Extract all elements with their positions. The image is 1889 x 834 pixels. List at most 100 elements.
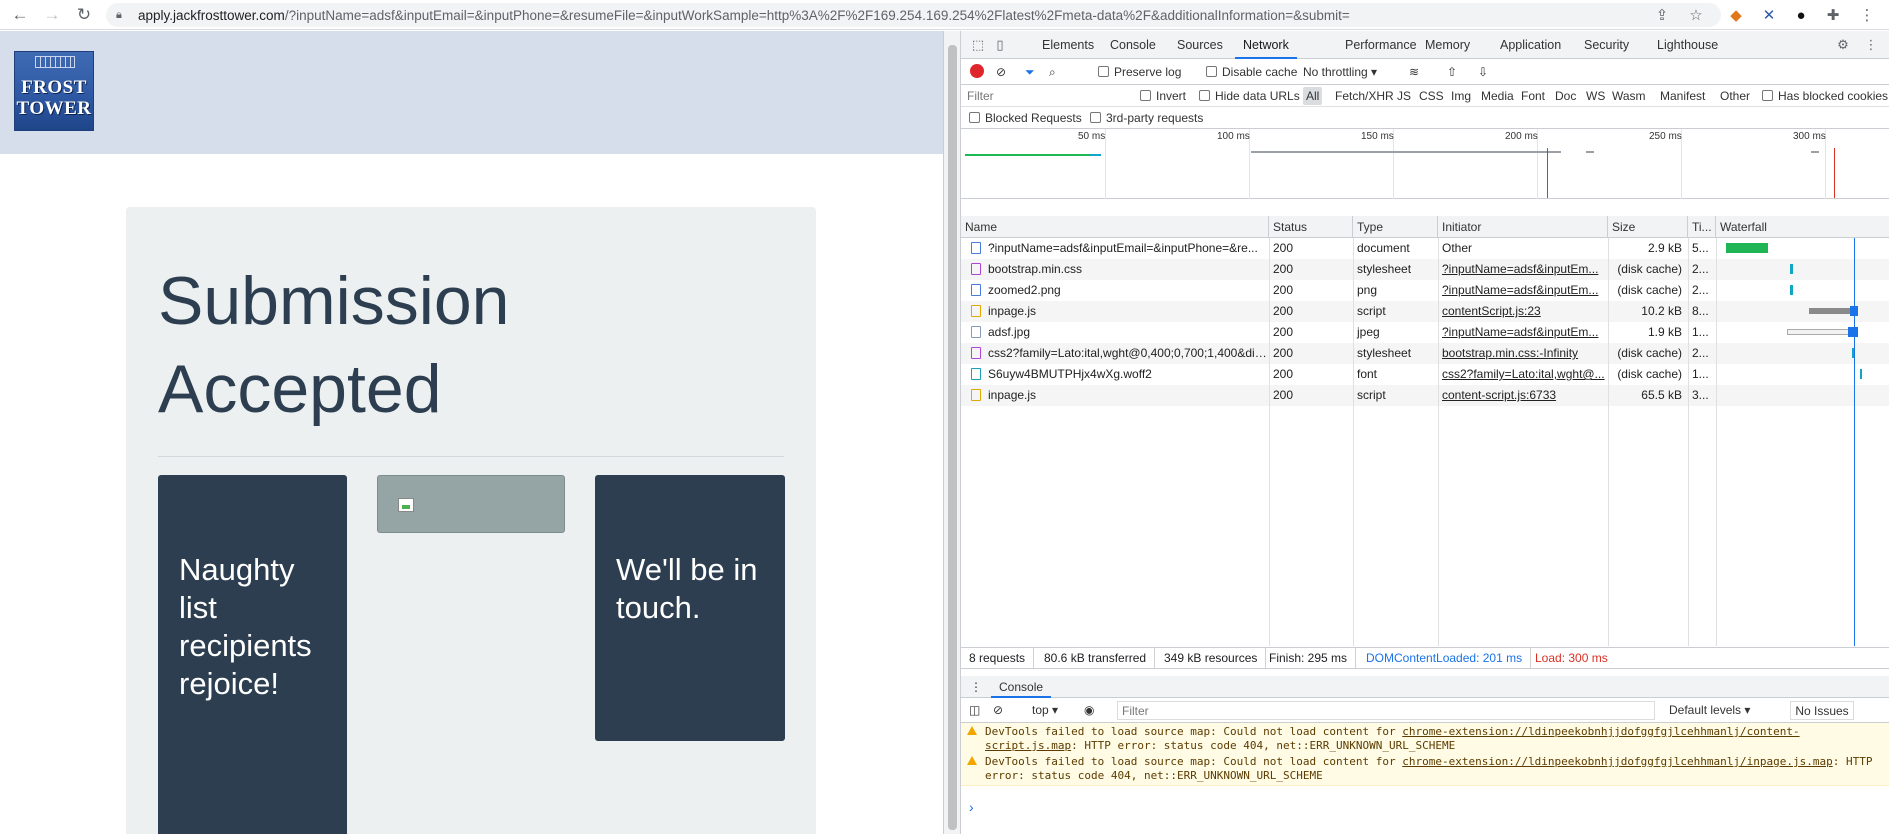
column-waterfall[interactable]: Waterfall [1716, 216, 1889, 238]
console-clear-icon[interactable]: ⊘ [993, 701, 1003, 719]
third-party-checkbox[interactable]: 3rd-party requests [1090, 109, 1203, 127]
request-initiator[interactable]: bootstrap.min.css:-Infinity [1438, 343, 1608, 364]
tab-network[interactable]: Network [1235, 31, 1297, 59]
table-row[interactable]: adsf.jpg 200 jpeg ?inputName=adsf&inputEm..… [961, 322, 1889, 343]
clear-icon[interactable]: ⊘ [996, 63, 1006, 81]
filter-all[interactable]: All [1303, 87, 1323, 105]
column-size[interactable]: Size [1608, 216, 1688, 238]
column-status[interactable]: Status [1269, 216, 1353, 238]
filter-wasm[interactable]: Wasm [1612, 87, 1646, 105]
table-row[interactable]: bootstrap.min.css 200 stylesheet ?inputName… [961, 259, 1889, 280]
context-select[interactable]: top ▾ [1032, 701, 1058, 719]
back-arrow-icon[interactable]: ← [8, 3, 32, 27]
request-initiator[interactable]: ?inputName=adsf&inputEm... [1438, 259, 1608, 280]
page-scrollbar[interactable] [943, 31, 961, 834]
share-icon[interactable]: ⇪ [1651, 4, 1673, 26]
table-row[interactable]: ?inputName=adsf&inputEmail=&inputPhone=&… [961, 238, 1889, 259]
tab-security[interactable]: Security [1576, 31, 1637, 59]
tab-sources[interactable]: Sources [1169, 31, 1231, 59]
web-page-viewport: FROST TOWER Submission Accepted Naughty l… [0, 31, 943, 834]
column-type[interactable]: Type [1353, 216, 1438, 238]
request-initiator[interactable]: ?inputName=adsf&inputEm... [1438, 322, 1608, 343]
request-size: (disk cache) [1617, 367, 1682, 381]
summary-requests: 8 requests [961, 648, 1035, 668]
network-overview-timeline[interactable]: 50 ms 100 ms 150 ms 200 ms 250 ms 300 ms [961, 129, 1889, 199]
filter-input[interactable]: Filter [967, 87, 1097, 105]
has-blocked-cookies-checkbox[interactable]: Has blocked cookies [1762, 87, 1888, 105]
table-row[interactable]: S6uyw4BMUTPHjx4wXg.woff2 200 font css2?fami… [961, 364, 1889, 385]
filter-fetch-xhr[interactable]: Fetch/XHR [1335, 87, 1394, 105]
search-icon[interactable]: ⌕ [1049, 63, 1056, 81]
throttling-select[interactable]: No throttling ▾ [1303, 63, 1377, 81]
request-initiator[interactable]: css2?family=Lato:ital,wght@... [1438, 364, 1608, 385]
tab-performance[interactable]: Performance [1337, 31, 1425, 59]
export-har-icon[interactable]: ⇩ [1478, 63, 1488, 81]
column-time[interactable]: Ti... [1688, 216, 1716, 238]
filter-media[interactable]: Media [1481, 87, 1514, 105]
filter-other[interactable]: Other [1720, 87, 1750, 105]
table-row[interactable]: css2?family=Lato:ital,wght@0,400;0,700;1… [961, 343, 1889, 364]
waterfall-bar [1848, 327, 1858, 337]
request-initiator[interactable]: content-script.js:6733 [1438, 385, 1608, 406]
extension-x-icon[interactable]: ✕ [1758, 4, 1780, 26]
table-row[interactable]: inpage.js 200 script contentScript.js:23 10.… [961, 301, 1889, 322]
extensions-puzzle-icon[interactable]: ✚ [1822, 4, 1844, 26]
reload-icon[interactable]: ↻ [72, 3, 96, 27]
more-options-icon[interactable]: ⋮ [1862, 36, 1880, 54]
overview-bar [965, 154, 1101, 156]
hide-data-urls-checkbox[interactable]: Hide data URLs [1199, 87, 1300, 105]
drawer-tab-console[interactable]: Console [991, 676, 1052, 698]
tick-label: 250 ms [1649, 131, 1682, 142]
live-expression-eye-icon[interactable]: ◉ [1084, 701, 1094, 719]
metamask-extension-icon[interactable]: ◆ [1725, 4, 1747, 26]
extension-hash-icon[interactable]: ● [1790, 4, 1812, 26]
console-prompt[interactable]: › [969, 798, 974, 816]
chrome-menu-icon[interactable]: ⋮ [1856, 4, 1878, 26]
filter-manifest[interactable]: Manifest [1660, 87, 1705, 105]
tab-console[interactable]: Console [1102, 31, 1164, 59]
drawer-menu-icon[interactable]: ⋮ [970, 678, 982, 696]
column-initiator[interactable]: Initiator [1438, 216, 1608, 238]
column-name[interactable]: Name [961, 216, 1269, 238]
source-map-link[interactable]: chrome-extension://ldinpeekobnhjjdofggfg… [1402, 755, 1832, 768]
request-type: document [1357, 241, 1410, 255]
disable-cache-checkbox[interactable]: Disable cache [1206, 63, 1297, 81]
tab-lighthouse[interactable]: Lighthouse [1649, 31, 1726, 59]
wifi-settings-icon[interactable]: ≋ [1409, 63, 1419, 81]
filter-img[interactable]: Img [1451, 87, 1471, 105]
console-toolbar: ◫ ⊘ top ▾ ◉ Filter Default levels ▾ No I… [961, 698, 1889, 723]
table-row[interactable]: zoomed2.png 200 png ?inputName=adsf&inputEm… [961, 280, 1889, 301]
filter-font[interactable]: Font [1521, 87, 1545, 105]
filter-js[interactable]: JS [1397, 87, 1411, 105]
tab-application[interactable]: Application [1492, 31, 1569, 59]
filter-funnel-icon[interactable]: ⏷ [1025, 63, 1035, 81]
request-initiator[interactable]: ?inputName=adsf&inputEm... [1438, 280, 1608, 301]
tab-elements[interactable]: Elements [1034, 31, 1102, 59]
tab-memory[interactable]: Memory [1417, 31, 1478, 59]
request-status: 200 [1273, 241, 1294, 255]
invert-checkbox[interactable]: Invert [1140, 87, 1186, 105]
preserve-log-checkbox[interactable]: Preserve log [1098, 63, 1181, 81]
waterfall-bar [1790, 264, 1793, 274]
filter-ws[interactable]: WS [1586, 87, 1605, 105]
filter-doc[interactable]: Doc [1555, 87, 1576, 105]
import-har-icon[interactable]: ⇧ [1447, 63, 1457, 81]
log-levels-select[interactable]: Default levels ▾ [1669, 701, 1750, 719]
table-row[interactable]: inpage.js 200 script content-script.js:6733… [961, 385, 1889, 406]
settings-gear-icon[interactable]: ⚙ [1834, 36, 1852, 54]
console-sidebar-icon[interactable]: ◫ [969, 701, 980, 719]
device-toolbar-icon[interactable]: ▯ [991, 36, 1009, 54]
forward-arrow-icon[interactable]: → [40, 3, 64, 27]
record-icon[interactable] [970, 64, 984, 78]
issues-button[interactable]: No Issues [1790, 701, 1854, 720]
blocked-requests-checkbox[interactable]: Blocked Requests [969, 109, 1082, 127]
request-initiator[interactable]: contentScript.js:23 [1438, 301, 1608, 322]
console-filter-input[interactable]: Filter [1117, 701, 1655, 720]
frost-tower-logo[interactable]: FROST TOWER [14, 51, 94, 131]
overview-bar [1586, 151, 1594, 153]
scrollbar-thumb[interactable] [948, 45, 957, 830]
bookmark-star-icon[interactable]: ☆ [1685, 4, 1707, 26]
filter-css[interactable]: CSS [1419, 87, 1444, 105]
address-bar[interactable]: 🔒︎ apply.jackfrosttower.com/?inputName=a… [106, 3, 1721, 27]
inspect-element-icon[interactable]: ⬚ [969, 36, 987, 54]
